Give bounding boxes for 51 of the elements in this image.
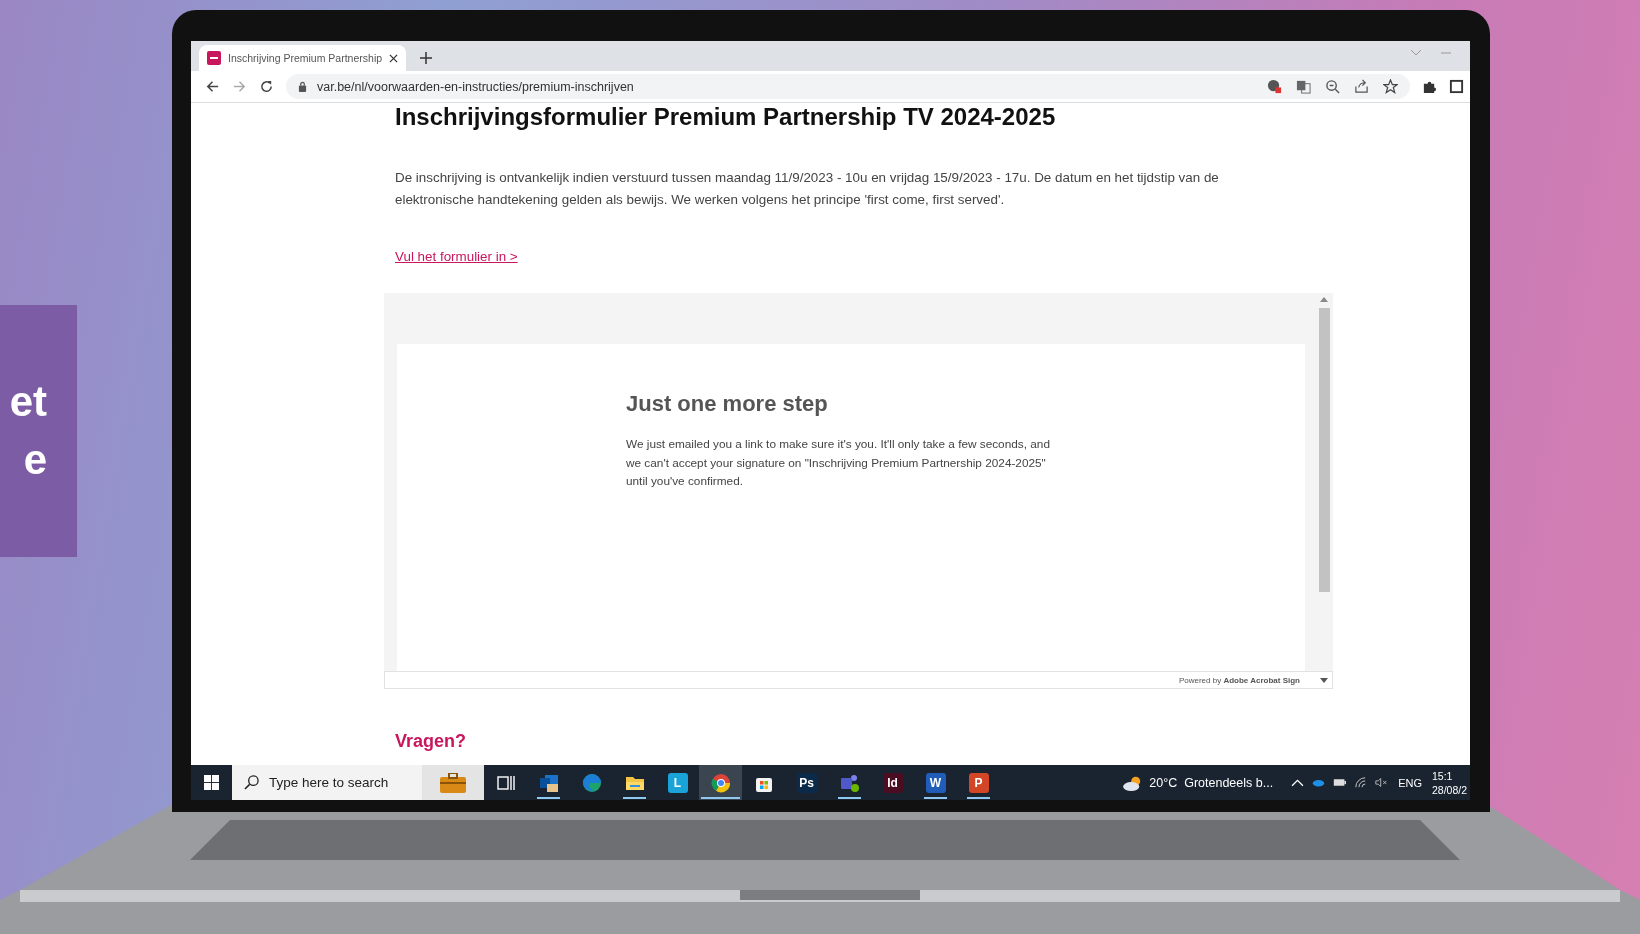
cloud-icon[interactable] bbox=[1312, 777, 1326, 788]
lock-icon bbox=[298, 81, 307, 92]
wifi-icon[interactable] bbox=[1354, 777, 1368, 788]
scroll-down-icon[interactable] bbox=[1320, 677, 1328, 683]
search-input[interactable]: Type here to search bbox=[267, 774, 411, 791]
browser-tab[interactable]: Inschrijving Premium Partnership bbox=[199, 45, 407, 71]
clock-date[interactable]: 28/08/2 bbox=[1432, 782, 1468, 797]
battery-icon[interactable] bbox=[1333, 777, 1347, 788]
star-icon[interactable] bbox=[1383, 79, 1398, 94]
chevron-up-icon[interactable] bbox=[1291, 777, 1305, 788]
zoom-out-icon[interactable] bbox=[1325, 79, 1340, 94]
windows-start-icon[interactable] bbox=[204, 775, 219, 790]
briefcase-icon[interactable] bbox=[440, 772, 466, 793]
questions-heading: Vragen? bbox=[395, 730, 468, 752]
taskbar-app-button[interactable]: W bbox=[914, 765, 957, 800]
card-heading: Just one more step bbox=[626, 390, 829, 418]
app-letter-icon: Id bbox=[882, 772, 903, 793]
search-icon bbox=[244, 775, 259, 790]
form-link[interactable]: Vul het formulier in > bbox=[395, 247, 518, 267]
side-heading-text: e bbox=[23, 435, 47, 485]
taskbar-app-button[interactable]: Ps bbox=[785, 765, 828, 800]
site-favicon-icon bbox=[207, 51, 221, 65]
taskbar-app-button[interactable] bbox=[699, 765, 742, 800]
address-bar[interactable]: var.be/nl/voorwaarden-en-instructies/premium-inschrijven bbox=[286, 74, 1410, 99]
app-letter-icon: L bbox=[667, 772, 688, 793]
weather-condition[interactable]: Grotendeels b... bbox=[1184, 775, 1274, 790]
puzzle-piece-icon[interactable] bbox=[1422, 79, 1437, 94]
scrollbar-thumb[interactable] bbox=[1318, 308, 1330, 592]
side-heading-text: et bbox=[9, 377, 47, 427]
page-title: Inschrijvingsformulier Premium Partnership TV 2024-2025 bbox=[395, 103, 1057, 131]
back-arrow-icon[interactable] bbox=[205, 79, 220, 94]
share-icon[interactable] bbox=[1354, 79, 1369, 94]
close-icon[interactable] bbox=[389, 53, 399, 63]
side-panel-icon[interactable] bbox=[1449, 79, 1464, 94]
browser-circle-icon bbox=[710, 772, 731, 793]
new-tab-icon[interactable] bbox=[420, 52, 433, 64]
app-letter-icon: P bbox=[968, 772, 989, 793]
taskbar-app-button[interactable]: Id bbox=[871, 765, 914, 800]
reload-icon[interactable] bbox=[259, 79, 274, 94]
intro-paragraph: De inschrijving is ontvankelijk indien verstuurd tussen maandag 11/9/2023 - 10u en vrijdag 15/9/2023 - 17u. De datum en het tijdstip van de elektronische handtekening gelden als bewijs. We werken volgens het principe 'first come, first served'. bbox=[395, 169, 1220, 209]
app-letter-icon: Ps bbox=[796, 772, 817, 793]
taskbar-app-button[interactable]: P bbox=[957, 765, 1000, 800]
speaker-muted-icon[interactable] bbox=[1375, 777, 1389, 788]
search-field[interactable]: Type here to search bbox=[232, 765, 422, 800]
clock-time[interactable]: 15:1 bbox=[1432, 768, 1453, 783]
language-indicator[interactable]: ENG bbox=[1398, 776, 1422, 789]
app-letter-icon: W bbox=[925, 772, 946, 793]
scroll-up-icon[interactable] bbox=[1320, 297, 1328, 302]
powered-by-text: Powered by Adobe Acrobat Sign bbox=[1178, 675, 1300, 685]
weather-temperature[interactable]: 20°C bbox=[1149, 775, 1178, 790]
card-message: We just emailed you a link to make sure it's you. It'll only take a few seconds, and we can't accept your signature on "Inschrijving Premium Partnership 2024-2025" until you've confirmed. bbox=[626, 436, 1051, 490]
